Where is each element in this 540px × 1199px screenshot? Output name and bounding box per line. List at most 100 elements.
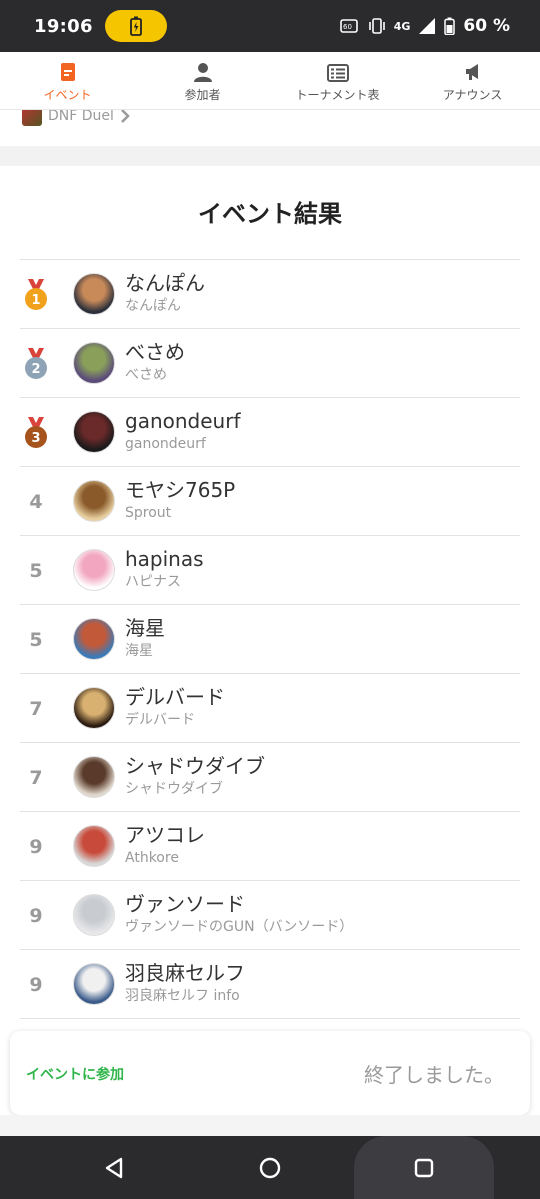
game-strip: DNF Duel xyxy=(0,110,540,146)
medal-gold-icon: 1 xyxy=(25,278,47,310)
svg-text:60: 60 xyxy=(343,23,352,31)
tab-participants[interactable]: 参加者 xyxy=(135,52,270,109)
rank-cell: 9 xyxy=(20,881,52,950)
participant-names: hapinas ハピナス xyxy=(125,546,204,592)
participant-name[interactable]: モヤシ765P xyxy=(125,477,235,503)
participant-names: ganondeurf ganondeurf xyxy=(125,408,240,454)
game-label: DNF Duel xyxy=(48,110,114,124)
avatar[interactable] xyxy=(73,549,115,591)
avatar[interactable] xyxy=(73,618,115,660)
recents-square-icon xyxy=(414,1158,434,1177)
recents-button[interactable] xyxy=(354,1136,494,1199)
game-link[interactable]: DNF Duel xyxy=(22,110,130,126)
chevron-right-icon xyxy=(121,110,130,123)
vibrate-icon xyxy=(368,18,386,34)
section-divider xyxy=(0,146,540,166)
participant-name[interactable]: シャドウダイブ xyxy=(125,753,265,779)
battery-icon xyxy=(444,17,456,35)
avatar[interactable] xyxy=(73,273,115,315)
rank-cell: 9 xyxy=(20,812,52,881)
home-circle-icon xyxy=(259,1157,281,1178)
rank-cell: 1 xyxy=(20,260,52,329)
participant-subname: 羽良麻セルフ info xyxy=(125,988,240,1004)
battery-charging-icon xyxy=(129,16,142,36)
tab-announcements[interactable]: アナウンス xyxy=(405,52,540,109)
home-button[interactable] xyxy=(236,1136,304,1199)
participant-subname: Sprout xyxy=(125,505,172,521)
participant-name[interactable]: デルバード xyxy=(125,684,225,710)
network-type-icon: 4G xyxy=(394,20,411,33)
rank-number: 7 xyxy=(29,697,43,720)
participant-name[interactable]: ヴァンソード xyxy=(125,891,353,917)
tab-label: アナウンス xyxy=(442,88,503,102)
result-row[interactable]: 9 アツコレ Athkore xyxy=(20,812,520,881)
network-label: 4G xyxy=(393,19,411,33)
participant-subname: ハピナス xyxy=(125,574,181,590)
tab-label: イベント xyxy=(43,88,92,102)
result-row[interactable]: 4 モヤシ765P Sprout xyxy=(20,467,520,536)
participant-subname: Athkore xyxy=(125,850,179,866)
avatar[interactable] xyxy=(73,342,115,384)
result-row[interactable]: 5 海星 海星 xyxy=(20,605,520,674)
result-row[interactable]: 3 ganondeurf ganondeurf xyxy=(20,398,520,467)
result-row[interactable]: 7 デルバード デルバード xyxy=(20,674,520,743)
result-row[interactable]: 9 ヴァンソードヴァンソードのGUN（バンソード） xyxy=(20,881,520,950)
rank-number: 9 xyxy=(29,973,43,996)
result-row[interactable]: 1 なんぽん なんぽん xyxy=(20,260,520,329)
rank-cell: 7 xyxy=(20,674,52,743)
rank-cell: 9 xyxy=(20,950,52,1019)
tab-label: トーナメント表 xyxy=(295,88,380,102)
participant-names: 羽良麻セルフ羽良麻セルフ info xyxy=(125,960,245,1006)
results-title: イベント結果 xyxy=(198,200,342,228)
medal-rank-text: 2 xyxy=(31,362,40,377)
medal-silver-icon: 2 xyxy=(25,347,47,379)
participant-subname: ヴァンソードのGUN（バンソード） xyxy=(125,919,354,935)
result-row[interactable]: 2 べさめ べさめ xyxy=(20,329,520,398)
participant-name[interactable]: ganondeurf xyxy=(125,408,240,434)
result-row[interactable]: 7 シャドウダイブ シャドウダイブ xyxy=(20,743,520,812)
avatar[interactable] xyxy=(73,480,115,522)
participant-name[interactable]: hapinas xyxy=(125,546,204,572)
participant-names: なんぽん なんぽん xyxy=(125,270,205,316)
avatar[interactable] xyxy=(73,411,115,453)
bottom-spacer xyxy=(0,1115,540,1136)
participant-subname: べさめ xyxy=(125,367,167,383)
rank-number: 5 xyxy=(29,559,43,582)
avatar[interactable] xyxy=(73,825,115,867)
participant-name[interactable]: なんぽん xyxy=(125,270,205,296)
participant-subname: シャドウダイブ xyxy=(125,781,223,797)
join-event-link[interactable]: イベントに参加 xyxy=(26,1064,124,1084)
tab-event[interactable]: イベント xyxy=(0,52,135,109)
avatar[interactable] xyxy=(73,963,115,1005)
participant-names: デルバード デルバード xyxy=(125,684,225,730)
participant-name[interactable]: 海星 xyxy=(125,615,165,641)
event-action-card: イベントに参加 終了しました。 xyxy=(10,1031,530,1115)
participant-names: アツコレ Athkore xyxy=(125,822,205,868)
participant-names: ヴァンソードヴァンソードのGUN（バンソード） xyxy=(125,891,353,937)
tab-label: 参加者 xyxy=(184,88,221,102)
avatar[interactable] xyxy=(73,756,115,798)
medal-rank-text: 1 xyxy=(31,293,40,308)
participant-name[interactable]: べさめ xyxy=(125,339,185,365)
result-row[interactable]: 9 羽良麻セルフ羽良麻セルフ info xyxy=(20,950,520,1019)
back-button[interactable] xyxy=(80,1136,148,1199)
participant-subname: ganondeurf xyxy=(125,436,206,452)
status-time: 19:06 xyxy=(34,15,93,37)
rank-number: 7 xyxy=(29,766,43,789)
participant-names: モヤシ765P Sprout xyxy=(125,477,235,523)
avatar[interactable] xyxy=(73,894,115,936)
event-icon xyxy=(60,63,75,81)
participant-names: シャドウダイブ シャドウダイブ xyxy=(125,753,265,799)
participant-names: べさめ べさめ xyxy=(125,339,185,385)
event-results: イベント結果 1 なんぽん なんぽん 2 べさめ べさめ 3 ganondeurf ganond… xyxy=(0,166,540,1036)
results-list: 1 なんぽん なんぽん 2 べさめ べさめ 3 ganondeurf ganondeurf 4 モヤ… xyxy=(20,259,520,1019)
event-ended-status: 終了しました。 xyxy=(364,1063,504,1087)
battery-saver-pill xyxy=(104,10,167,42)
rank-cell: 2 xyxy=(20,329,52,398)
participant-name[interactable]: アツコレ xyxy=(125,822,205,848)
result-row[interactable]: 5 hapinas ハピナス xyxy=(20,536,520,605)
tab-bracket[interactable]: トーナメント表 xyxy=(270,52,405,109)
participant-name[interactable]: 羽良麻セルフ xyxy=(125,960,245,986)
avatar[interactable] xyxy=(73,687,115,729)
system-nav-bar xyxy=(0,1136,540,1199)
